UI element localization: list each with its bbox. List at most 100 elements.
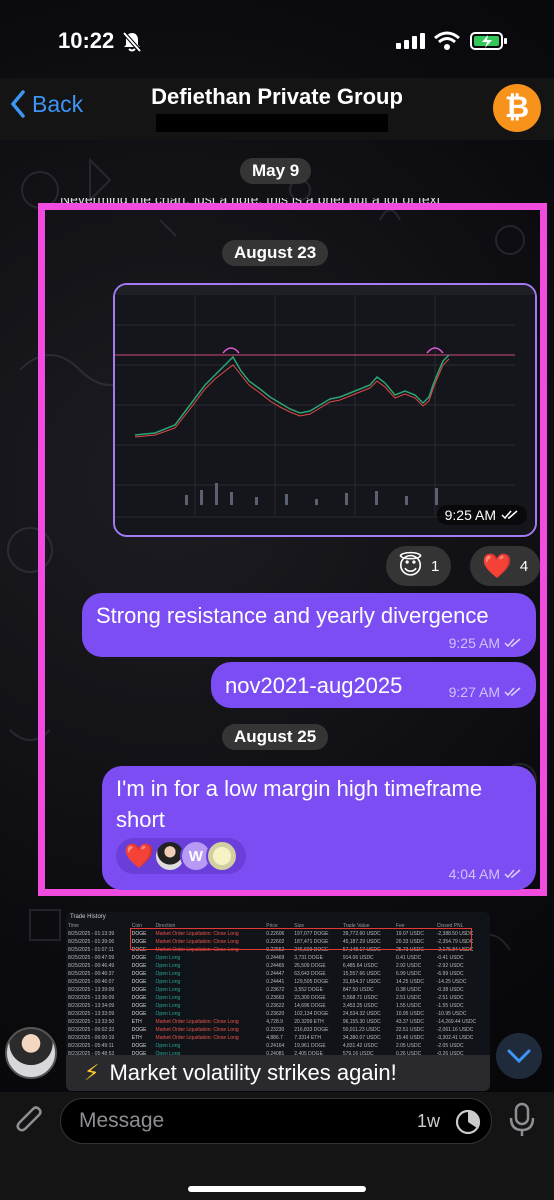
table-cell: 8/23/2025 - 05:49:11 bbox=[68, 1043, 114, 1049]
table-cell: -2,061.16 USDC bbox=[436, 1027, 474, 1033]
table-cell: 0.41 USDC bbox=[395, 955, 422, 961]
table-cell: 8/23/2025 - 06:02:33 bbox=[68, 1027, 115, 1033]
table-row: 8/23/2025 - 13:33:09 DOGE Open Long 0.23620… bbox=[66, 1010, 490, 1018]
table-cell: 7.3314 ETH bbox=[294, 1035, 321, 1041]
double-check-icon bbox=[504, 638, 521, 648]
table-cell: 8/23/2025 - 13:39:09 bbox=[68, 987, 115, 993]
table-cell: 2.51 USDC bbox=[395, 995, 422, 1001]
double-check-icon bbox=[504, 687, 521, 697]
heart-icon: ❤️ bbox=[124, 842, 154, 870]
table-cell: 0.23622 bbox=[266, 1003, 285, 1009]
redacted-subtitle bbox=[156, 114, 388, 132]
auto-delete-label: 1w bbox=[417, 1111, 441, 1131]
message-text: Strong resistance and yearly divergence bbox=[96, 603, 489, 628]
message-input[interactable] bbox=[79, 1099, 399, 1143]
date-separator: August 23 bbox=[222, 240, 329, 266]
table-cell: 14,696 DOGE bbox=[294, 1003, 326, 1009]
table-cell: -6.99 USDC bbox=[436, 971, 464, 977]
table-cell: -14,269.44 USDC bbox=[436, 1019, 477, 1025]
message-text: I'm in for a low margin high timeframe s… bbox=[116, 776, 483, 832]
table-cell: DOGE bbox=[131, 971, 147, 977]
table-cell: Open Long bbox=[155, 971, 181, 977]
table-cell: 914.06 USDC bbox=[342, 955, 374, 961]
table-cell: DOGE bbox=[131, 955, 147, 961]
table-cell: -0.38 USDC bbox=[436, 987, 464, 993]
table-row: 8/25/2025 - 00:46:49 DOGE Open Long 0.24465… bbox=[66, 962, 490, 970]
table-cell: 34,380.07 USDC bbox=[342, 1035, 381, 1041]
column-header: Time bbox=[68, 923, 79, 929]
message-timestamp: 9:27 AM bbox=[449, 684, 522, 700]
table-cell: Open Long bbox=[155, 963, 181, 969]
table-cell: 96,155.30 USDC bbox=[342, 1019, 381, 1025]
table-cell: 1.55 USDC bbox=[395, 1003, 422, 1009]
scroll-down-button[interactable] bbox=[496, 1033, 542, 1079]
reactor-avatar bbox=[205, 840, 238, 872]
table-cell: DOGE bbox=[131, 979, 147, 985]
smiling-halo-icon: 😇 bbox=[398, 552, 424, 580]
table-cell: 8/23/2025 - 13:33:09 bbox=[68, 1011, 115, 1017]
paperclip-icon[interactable] bbox=[14, 1104, 46, 1138]
trade-history-title: Trade History bbox=[70, 914, 106, 920]
table-cell: 6,485.64 USDC bbox=[342, 963, 378, 969]
table-cell: 129,505 DOGE bbox=[294, 979, 329, 985]
cellular-signal-icon bbox=[396, 33, 425, 49]
message-field: 1w bbox=[60, 1098, 492, 1144]
table-cell: DOGE bbox=[131, 1011, 147, 1017]
table-cell: 22.51 USDC bbox=[395, 1027, 425, 1033]
table-cell: ETH bbox=[131, 1035, 142, 1041]
table-row: 8/25/2025 - 00:46:07 DOGE Open Long 0.24441… bbox=[66, 978, 490, 986]
timestamp-text: 9:25 AM bbox=[448, 635, 500, 651]
microphone-icon[interactable] bbox=[508, 1102, 536, 1138]
double-check-icon bbox=[504, 869, 521, 879]
table-cell: 15.46 USDC bbox=[395, 1035, 425, 1041]
outgoing-message[interactable]: Strong resistance and yearly divergence … bbox=[82, 593, 536, 657]
table-cell: 8/25/2025 - 01:13:39 bbox=[68, 931, 115, 937]
table-cell: 0.24465 bbox=[266, 963, 285, 969]
group-avatar[interactable]: ₿ bbox=[493, 84, 541, 132]
reaction-count: 4 bbox=[519, 557, 529, 575]
table-row: 8/23/2025 - 13:36:09 DOGE Open Long 0.23663… bbox=[66, 994, 490, 1002]
table-cell: -2.92 USDC bbox=[436, 963, 464, 969]
status-time: 10:22 bbox=[58, 28, 115, 53]
table-cell: -3,302.41 USDC bbox=[436, 1035, 474, 1041]
table-cell: 14.25 USDC bbox=[395, 979, 425, 985]
lightning-icon: ⚡ bbox=[84, 1060, 100, 1085]
timer-icon[interactable] bbox=[454, 1108, 482, 1136]
table-cell: 102,134 DOGE bbox=[294, 1011, 329, 1017]
outgoing-message[interactable]: I'm in for a low margin high timeframe s… bbox=[102, 766, 536, 890]
table-cell: -1.55 USDC bbox=[436, 1003, 464, 1009]
chart-image-message[interactable]: 9:25 AM bbox=[113, 283, 537, 537]
liquidation-highlight-box bbox=[130, 928, 472, 950]
table-cell: 26,509 DOGE bbox=[294, 963, 326, 969]
home-indicator bbox=[188, 1186, 366, 1192]
sender-avatar[interactable] bbox=[5, 1027, 57, 1079]
table-cell: 23,300 DOGE bbox=[294, 995, 326, 1001]
table-row: 8/23/2025 - 06:00:19 ETH Market Order Liqu… bbox=[66, 1034, 490, 1042]
table-cell: 8/23/2025 - 13:36:09 bbox=[68, 995, 115, 1001]
outgoing-message[interactable]: nov2021-aug2025 9:27 AM bbox=[211, 662, 536, 708]
table-cell: Open Long bbox=[155, 1003, 181, 1009]
chat-title[interactable]: Defiethan Private Group bbox=[0, 84, 554, 110]
reaction-halo[interactable]: 😇 1 bbox=[386, 546, 452, 586]
table-cell: Open Long bbox=[155, 995, 181, 1001]
trade-history-image[interactable]: Trade History Time Coin Direction Price Size… bbox=[66, 912, 490, 1058]
table-cell: 2.05 USDC bbox=[395, 1043, 422, 1049]
message-composer: 1w bbox=[0, 1092, 554, 1200]
trading-chart-image bbox=[115, 285, 535, 535]
table-cell: 8/23/2025 - 06:00:19 bbox=[68, 1035, 115, 1041]
reaction-heart[interactable]: ❤️ 4 bbox=[470, 546, 541, 586]
date-separator: May 9 bbox=[240, 158, 312, 184]
message-reactions[interactable]: ❤️ W bbox=[116, 838, 246, 874]
status-bar: 10:22 bbox=[0, 0, 554, 80]
date-separator: August 25 bbox=[222, 724, 329, 750]
table-cell: 8/25/2025 - 00:46:37 bbox=[68, 971, 115, 977]
table-cell: 6.99 USDC bbox=[395, 971, 422, 977]
table-cell: 216,833 DOGE bbox=[294, 1027, 329, 1033]
table-cell: Open Long bbox=[155, 979, 181, 985]
table-cell: DOGE bbox=[131, 963, 147, 969]
table-cell: 847.50 USDC bbox=[342, 987, 374, 993]
chevron-down-icon bbox=[507, 1049, 531, 1063]
chat-header: Back Defiethan Private Group ₿ bbox=[0, 78, 554, 140]
table-cell: -10.95 USDC bbox=[436, 1011, 467, 1017]
table-cell: 4,831.42 USDC bbox=[342, 1043, 378, 1049]
